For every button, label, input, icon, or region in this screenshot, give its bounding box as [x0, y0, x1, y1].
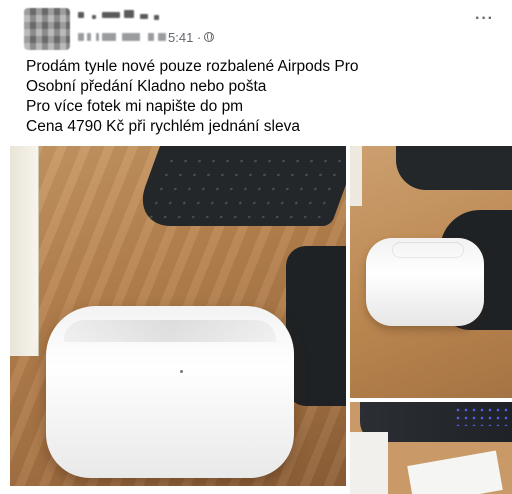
box-edge	[350, 146, 362, 206]
airpods-case	[366, 238, 484, 326]
post-card: 5:41 · ··· Prodám tyнle nové pouze rozba…	[0, 0, 512, 494]
post-text-line: Osobní předání Kladno nebo pošta	[26, 78, 267, 95]
avatar[interactable]	[24, 8, 70, 50]
paper-shape	[350, 432, 388, 494]
post-time[interactable]: 5:41 ·	[168, 30, 201, 45]
post-text-line: Pro více fotek mi napište do pm	[26, 98, 244, 115]
post-photo-top-right[interactable]	[350, 146, 512, 398]
paper-shape	[407, 450, 503, 494]
post-photo-bottom-right[interactable]	[350, 402, 512, 494]
post-text: Prodám tyнle nové pouze rozbalené Airpod…	[26, 57, 496, 137]
globe-icon[interactable]	[204, 32, 214, 42]
laptop-shape	[286, 246, 346, 406]
airpods-case	[46, 306, 294, 478]
post-text-line: Prodám tyнle nové pouze rozbalené Airpod…	[26, 58, 359, 75]
keyboard-shape	[130, 146, 346, 226]
box-edge	[10, 146, 39, 356]
post-photo-main[interactable]	[10, 146, 346, 486]
more-options-button[interactable]: ···	[475, 11, 494, 27]
keyboard-shape	[396, 146, 512, 190]
post-text-line: Cena 4790 Kč při rychlém jednání sleva	[26, 118, 300, 135]
